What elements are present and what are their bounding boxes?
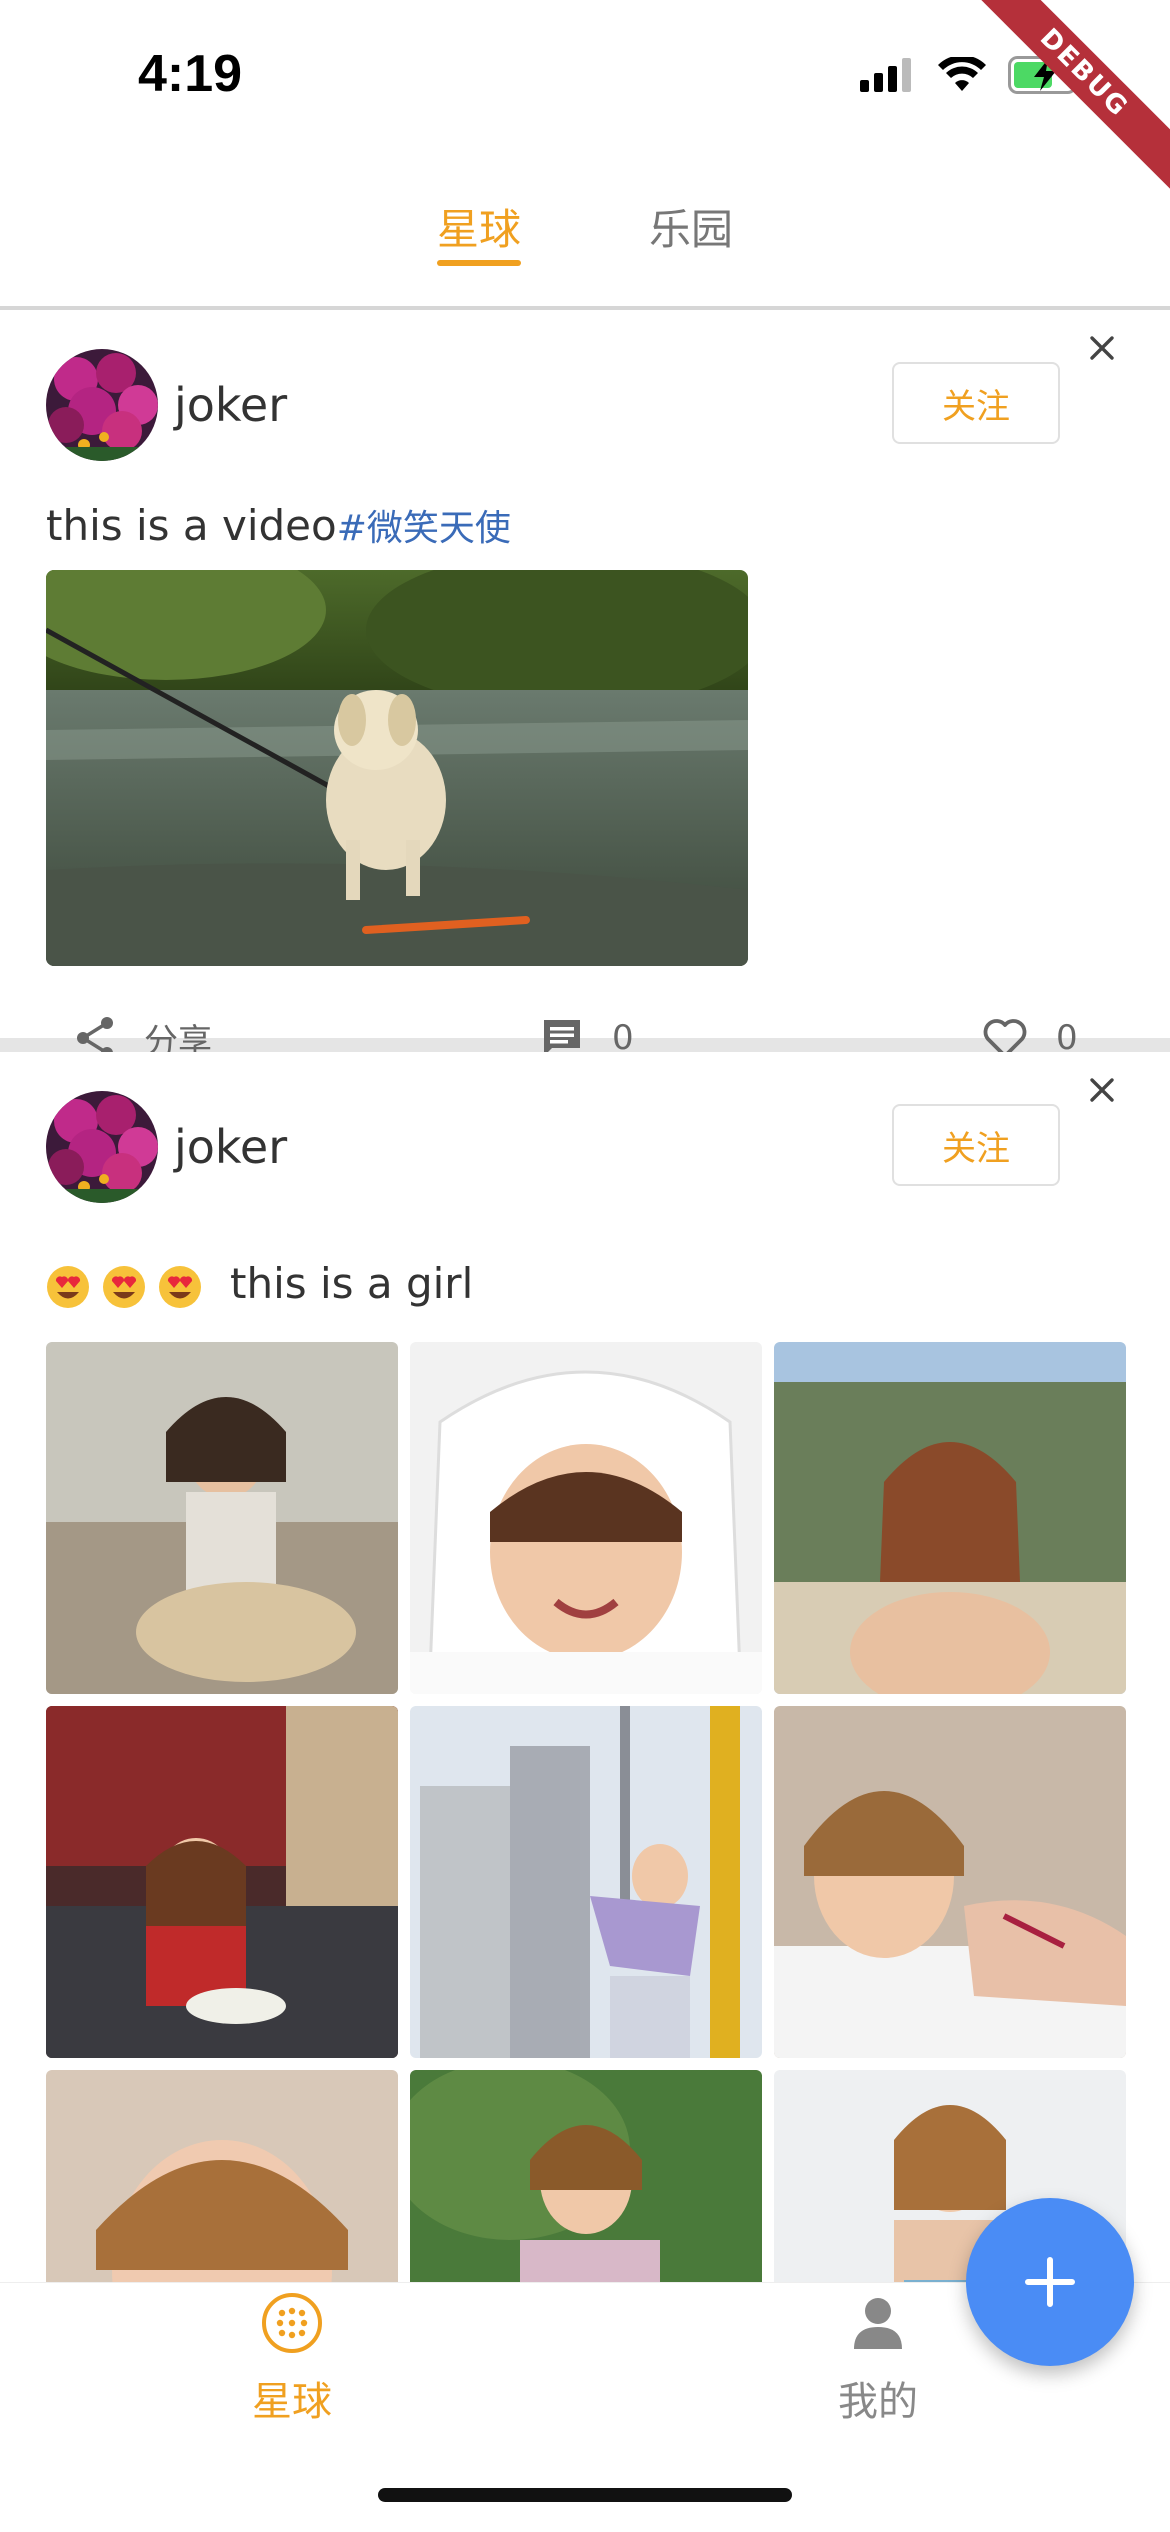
post-card: joker 关注 this is a video#微笑天使 分享 0 0 <box>0 310 1170 1062</box>
username[interactable]: joker <box>174 378 287 432</box>
photo-thumbnail[interactable] <box>46 1342 398 1694</box>
plus-icon <box>1025 2257 1075 2307</box>
photo-grid <box>46 1342 1126 2282</box>
signal-icon <box>860 58 911 92</box>
nav-label: 星球 <box>252 2379 332 2425</box>
home-indicator[interactable] <box>378 2488 792 2502</box>
planet-icon <box>262 2293 322 2353</box>
post-text-body: this is a video <box>46 501 337 550</box>
status-time: 4:19 <box>138 45 243 103</box>
post-card: joker 关注 this is a girl <box>0 1052 1170 2282</box>
avatar[interactable] <box>46 1091 158 1203</box>
photo-thumbnail[interactable] <box>46 2070 398 2282</box>
photo-thumbnail[interactable] <box>774 1342 1126 1694</box>
photo-thumbnail[interactable] <box>46 1706 398 2058</box>
status-bar: 4:19 DEBUG <box>0 0 1170 194</box>
feed-list[interactable]: joker 关注 this is a video#微笑天使 分享 0 0 jok… <box>0 310 1170 2282</box>
heart-eyes-emoji <box>159 1265 201 1308</box>
tab-park[interactable]: 乐园 <box>649 170 733 306</box>
nav-label: 我的 <box>838 2379 918 2425</box>
post-text: this is a video#微笑天使 <box>46 496 1124 556</box>
photo-thumbnail[interactable] <box>410 1342 762 1694</box>
photo-thumbnail[interactable] <box>774 1706 1126 2058</box>
post-text-body: this is a girl <box>230 1259 474 1308</box>
video-thumbnail[interactable] <box>46 570 748 966</box>
avatar[interactable] <box>46 349 158 461</box>
heart-eyes-emoji <box>47 1265 89 1308</box>
photo-thumbnail[interactable] <box>410 1706 762 2058</box>
post-text: this is a girl <box>46 1254 1124 1314</box>
tab-planet[interactable]: 星球 <box>436 170 522 306</box>
top-tabs: 星球 乐园 <box>0 170 1170 306</box>
close-icon[interactable] <box>1084 1072 1120 1108</box>
debug-banner: DEBUG <box>963 0 1170 194</box>
nav-item-mine[interactable]: 我的 <box>778 2291 978 2427</box>
add-post-button[interactable] <box>966 2198 1134 2366</box>
follow-button[interactable]: 关注 <box>892 1104 1060 1186</box>
nav-item-planet[interactable]: 星球 <box>192 2291 392 2427</box>
hashtag-link[interactable]: #微笑天使 <box>337 508 511 549</box>
photo-thumbnail[interactable] <box>410 2070 762 2282</box>
heart-eyes-emoji <box>103 1265 145 1308</box>
wifi-icon <box>938 57 986 91</box>
person-icon <box>854 2298 902 2349</box>
close-icon[interactable] <box>1084 330 1120 366</box>
follow-button[interactable]: 关注 <box>892 362 1060 444</box>
username[interactable]: joker <box>174 1120 287 1174</box>
